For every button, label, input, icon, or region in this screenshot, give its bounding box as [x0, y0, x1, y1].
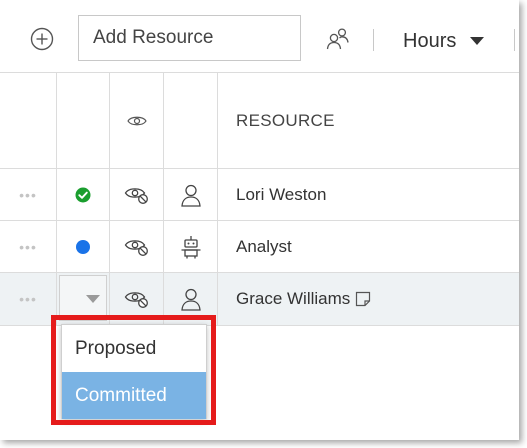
table-row[interactable]: ••• Grace Williams — [0, 273, 519, 326]
resource-name-cell[interactable]: Grace Williams — [218, 273, 518, 325]
eye-icon — [126, 114, 147, 128]
status-option-committed[interactable]: Committed — [62, 372, 206, 419]
resource-type-cell — [164, 221, 217, 272]
visibility-column-header[interactable] — [110, 73, 163, 168]
resource-name-cell[interactable]: Analyst — [218, 221, 518, 272]
plus-circle-icon[interactable] — [30, 27, 54, 51]
resource-name: Lori Weston — [236, 184, 327, 204]
grid-header-row: RESOURCE — [0, 72, 519, 169]
note-icon[interactable] — [355, 291, 371, 307]
units-dropdown[interactable]: Hours — [403, 27, 485, 55]
toolbar-divider — [514, 29, 515, 51]
table-row[interactable]: ••• Lori Weston — [0, 169, 519, 221]
drag-dots: ••• — [19, 238, 37, 255]
visibility-toggle[interactable] — [110, 221, 163, 272]
units-label: Hours — [403, 29, 457, 52]
resource-panel: Hours RESOURCE — [0, 0, 519, 440]
drag-handle[interactable]: ••• — [0, 273, 56, 325]
status-cell[interactable] — [57, 169, 109, 220]
blue-dot-icon — [76, 239, 90, 254]
status-dropdown[interactable] — [59, 275, 107, 321]
resource-name: Analyst — [236, 236, 292, 256]
eye-hidden-icon — [124, 185, 150, 205]
person-icon — [180, 287, 202, 311]
robot-icon — [180, 235, 202, 259]
people-icon[interactable] — [325, 26, 351, 52]
drag-dots: ••• — [19, 291, 37, 307]
eye-hidden-icon — [124, 237, 150, 257]
check-circle-icon — [75, 187, 91, 203]
resource-type-cell — [164, 273, 217, 325]
table-row[interactable]: ••• Analyst — [0, 221, 519, 273]
caret-down-icon — [470, 37, 485, 45]
person-icon — [180, 183, 202, 207]
column-header-label: RESOURCE — [236, 110, 335, 130]
toolbar-divider — [373, 29, 374, 51]
drag-handle[interactable]: ••• — [0, 221, 56, 272]
status-dropdown-menu: Proposed Committed — [61, 324, 207, 419]
visibility-toggle[interactable] — [110, 169, 163, 220]
chevron-down-icon — [86, 295, 100, 303]
resource-column-header[interactable]: RESOURCE — [218, 73, 518, 168]
status-option-proposed[interactable]: Proposed — [62, 325, 206, 372]
add-resource-input[interactable] — [78, 15, 301, 61]
resource-name: Grace Williams — [236, 289, 351, 308]
toolbar: Hours — [0, 0, 519, 72]
resource-name-cell[interactable]: Lori Weston — [218, 169, 518, 220]
eye-hidden-icon — [124, 289, 150, 309]
drag-dots: ••• — [19, 186, 37, 203]
status-cell[interactable] — [57, 221, 109, 272]
resource-type-cell — [164, 169, 217, 220]
visibility-toggle[interactable] — [110, 273, 163, 325]
drag-handle[interactable]: ••• — [0, 169, 56, 220]
